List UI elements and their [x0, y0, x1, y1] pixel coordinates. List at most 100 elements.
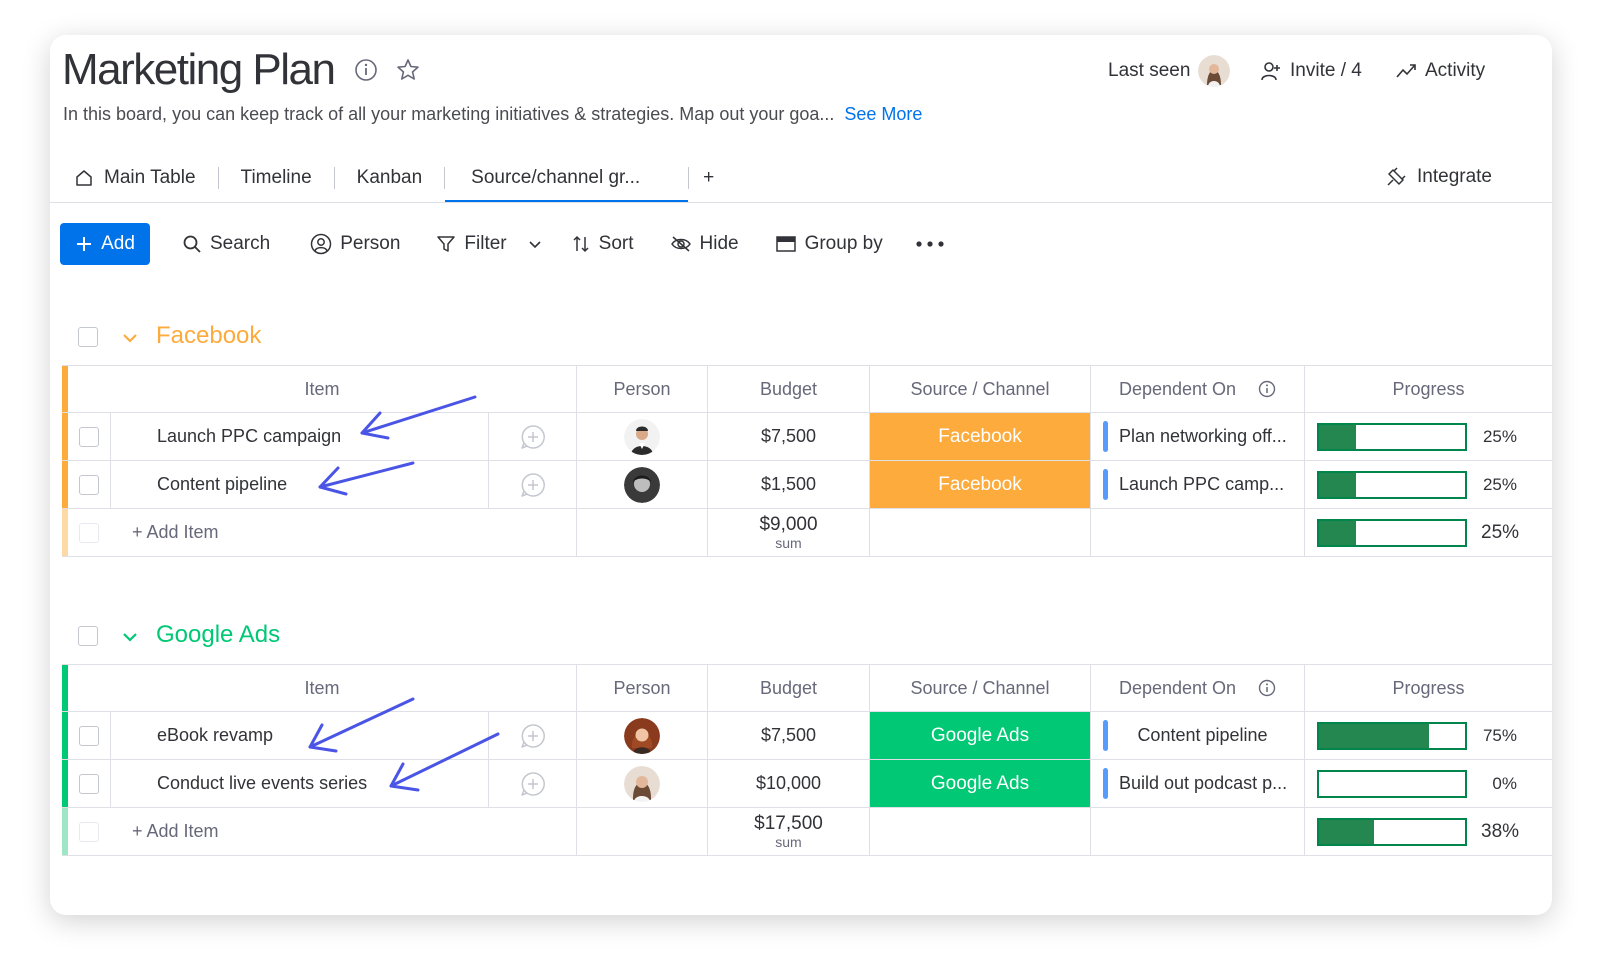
chevron-down-icon[interactable] [120, 628, 140, 646]
person-cell[interactable] [576, 712, 707, 759]
progress-value: 25% [1481, 521, 1520, 543]
column-header-person[interactable]: Person [576, 366, 707, 412]
group-title-facebook[interactable]: Facebook [156, 322, 261, 350]
column-header-person[interactable]: Person [576, 665, 707, 711]
row-checkbox[interactable] [79, 725, 99, 746]
add-item-button[interactable]: + Add Item [110, 808, 576, 855]
info-icon[interactable] [353, 57, 379, 83]
item-name[interactable]: Launch PPC campaign [110, 413, 488, 460]
person-avatar [624, 418, 660, 455]
last-seen-avatar [1198, 55, 1231, 87]
column-header-item[interactable]: Item [68, 665, 576, 711]
star-icon[interactable] [395, 57, 421, 83]
group-select-checkbox[interactable] [78, 626, 98, 646]
progress-fill [1319, 472, 1356, 497]
group-by-button[interactable]: Group by [775, 233, 883, 255]
integrate-button[interactable]: Integrate [1385, 163, 1492, 191]
row-checkbox[interactable] [79, 474, 99, 495]
budget-cell[interactable]: $10,000 [707, 760, 869, 807]
table-row[interactable]: Conduct live events series $10,000 Googl… [62, 760, 1552, 808]
add-view-button[interactable]: + [689, 153, 728, 203]
budget-cell[interactable]: $7,500 [707, 712, 869, 759]
table-header: Item Person Budget Source / Channel Depe… [62, 664, 1552, 712]
dependent-on-cell[interactable]: Plan networking off... [1090, 413, 1304, 460]
add-update-icon[interactable] [520, 771, 546, 797]
activity-label: Activity [1425, 60, 1486, 81]
add-button[interactable]: Add [60, 223, 150, 265]
add-update-icon[interactable] [520, 723, 546, 749]
tab-timeline[interactable]: Timeline [219, 153, 334, 203]
see-more-link[interactable]: See More [844, 104, 922, 124]
group-title-google-ads[interactable]: Google Ads [156, 621, 280, 649]
column-header-item[interactable]: Item [68, 366, 576, 412]
column-header-dependent[interactable]: Dependent On [1090, 665, 1304, 711]
progress-cell: 25% [1304, 461, 1552, 508]
column-header-channel[interactable]: Source / Channel [869, 665, 1090, 711]
row-checkbox[interactable] [79, 773, 99, 794]
tab-source-channel[interactable]: Source/channel gr... [445, 153, 689, 203]
add-update-icon[interactable] [520, 472, 546, 498]
channel-status[interactable]: Facebook [869, 413, 1090, 460]
channel-status[interactable]: Google Ads [869, 712, 1090, 759]
more-icon [916, 241, 944, 247]
person-cell[interactable] [576, 760, 707, 807]
hide-button[interactable]: Hide [670, 233, 739, 255]
add-update-icon[interactable] [520, 424, 546, 450]
dependency-marker [1103, 720, 1108, 751]
dependent-on-text: Build out podcast p... [1119, 773, 1288, 793]
chevron-down-icon[interactable] [120, 329, 140, 347]
person-filter-button[interactable]: Person [310, 233, 400, 255]
dependent-on-cell[interactable]: Content pipeline [1090, 712, 1304, 759]
table-row[interactable]: eBook revamp $7,500 Google Ads Content p… [62, 712, 1552, 760]
row-checkbox-cell [68, 413, 110, 460]
group-by-label: Group by [804, 233, 883, 254]
person-cell[interactable] [576, 413, 707, 460]
search-button[interactable]: Search [182, 233, 270, 255]
last-seen[interactable]: Last seen [1108, 55, 1231, 87]
column-header-progress[interactable]: Progress [1304, 366, 1552, 412]
channel-status[interactable]: Facebook [869, 461, 1090, 508]
summary-person-cell [576, 808, 707, 855]
tab-main-table[interactable]: Main Table [70, 153, 218, 203]
budget-sum-label: sum [775, 535, 802, 551]
tab-kanban[interactable]: Kanban [335, 153, 445, 203]
row-checkbox [79, 522, 99, 543]
column-header-budget[interactable]: Budget [707, 366, 869, 412]
column-header-progress[interactable]: Progress [1304, 665, 1552, 711]
budget-cell[interactable]: $7,500 [707, 413, 869, 460]
column-header-budget[interactable]: Budget [707, 665, 869, 711]
table-row[interactable]: Launch PPC campaign $7,500 Facebook Plan… [62, 413, 1552, 461]
filter-button[interactable]: Filter [436, 233, 542, 255]
chevron-down-icon[interactable] [527, 236, 543, 252]
column-header-dependent-label: Dependent On [1118, 677, 1237, 698]
invite-button[interactable]: Invite / 4 [1260, 57, 1362, 85]
info-icon[interactable] [1258, 380, 1276, 398]
info-icon[interactable] [1258, 679, 1276, 697]
board-window: Marketing Plan In this board, you can ke… [50, 35, 1552, 915]
progress-summary-cell: 38% [1304, 808, 1552, 855]
channel-status[interactable]: Google Ads [869, 760, 1090, 807]
more-options-button[interactable] [915, 240, 945, 248]
dependent-on-cell[interactable]: Build out podcast p... [1090, 760, 1304, 807]
budget-cell[interactable]: $1,500 [707, 461, 869, 508]
home-icon [76, 170, 92, 186]
column-header-channel[interactable]: Source / Channel [869, 366, 1090, 412]
item-name[interactable]: Conduct live events series [110, 760, 488, 807]
group-select-checkbox[interactable] [78, 327, 98, 347]
summary-dependent-cell [1090, 808, 1304, 855]
item-name[interactable]: Content pipeline [110, 461, 488, 508]
activity-button[interactable]: Activity [1395, 57, 1485, 85]
table-row[interactable]: Content pipeline $1,500 Facebook Launch … [62, 461, 1552, 509]
column-header-dependent[interactable]: Dependent On [1090, 366, 1304, 412]
progress-cell: 25% [1304, 413, 1552, 460]
item-name[interactable]: eBook revamp [110, 712, 488, 759]
row-checkbox[interactable] [79, 426, 99, 447]
dependent-on-cell[interactable]: Launch PPC camp... [1090, 461, 1304, 508]
sort-button[interactable]: Sort [571, 233, 634, 255]
add-item-button[interactable]: + Add Item [110, 509, 576, 556]
person-cell[interactable] [576, 461, 707, 508]
filter-icon [437, 236, 456, 252]
progress-value: 25% [1482, 474, 1517, 494]
tab-label: Kanban [356, 167, 423, 188]
add-view-label: + [703, 167, 715, 188]
